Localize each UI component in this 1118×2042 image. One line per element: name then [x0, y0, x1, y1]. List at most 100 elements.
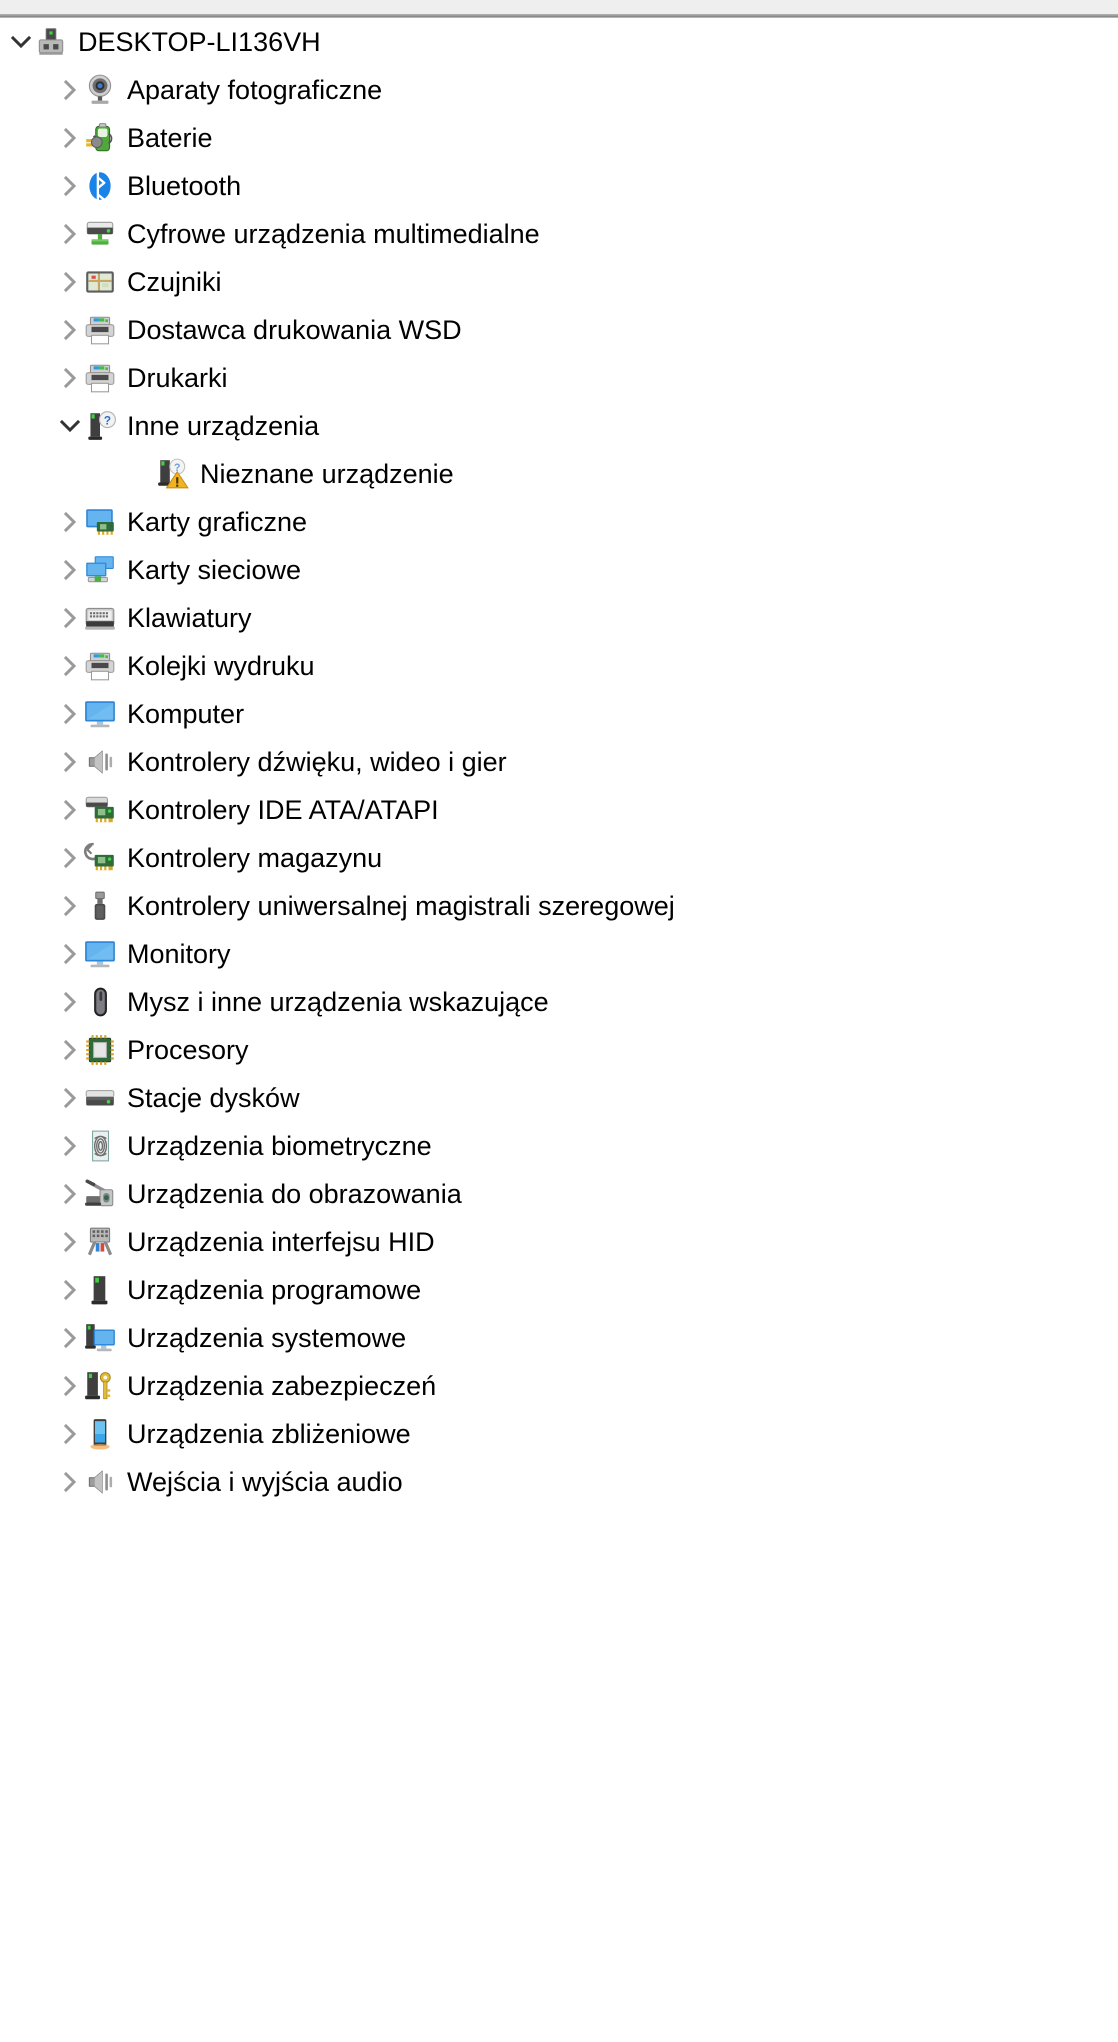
tree-item-bluetooth[interactable]: Bluetooth — [0, 162, 1118, 210]
chevron-right-icon[interactable] — [57, 1229, 83, 1255]
tree-item-urzadzenia-zabezpieczen[interactable]: Urządzenia zabezpieczeń — [0, 1362, 1118, 1410]
chevron-right-icon[interactable] — [57, 365, 83, 391]
display-adapter-icon — [83, 505, 117, 539]
tree-item-kontrolery-uniwersalnej-magistrali-szeregowej[interactable]: Kontrolery uniwersalnej magistrali szere… — [0, 882, 1118, 930]
printer-icon — [83, 361, 117, 395]
tree-item-klawiatury[interactable]: Klawiatury — [0, 594, 1118, 642]
tree-item-mysz-i-inne-urzadzenia-wskazujace[interactable]: Mysz i inne urządzenia wskazujące — [0, 978, 1118, 1026]
svg-text:?: ? — [104, 414, 111, 427]
network-adapter-icon — [83, 553, 117, 587]
chevron-down-icon[interactable] — [8, 29, 34, 55]
tree-item-label: Komputer — [127, 699, 245, 729]
mouse-icon — [83, 985, 117, 1019]
chevron-right-icon[interactable] — [57, 1037, 83, 1063]
tree-item-urzadzenia-do-obrazowania[interactable]: Urządzenia do obrazowania — [0, 1170, 1118, 1218]
chevron-right-icon[interactable] — [57, 701, 83, 727]
chevron-right-icon[interactable] — [57, 173, 83, 199]
software-device-icon — [83, 1273, 117, 1307]
chevron-right-icon[interactable] — [57, 1085, 83, 1111]
monitor-icon — [83, 697, 117, 731]
unknown-device-warning-icon: ? — [156, 457, 190, 491]
tree-item-label: Drukarki — [127, 363, 228, 393]
tree-item-label: Urządzenia biometryczne — [127, 1131, 432, 1161]
tree-item-label: Nieznane urządzenie — [200, 459, 454, 489]
media-device-icon — [83, 217, 117, 251]
tree-item-urzadzenia-interfejsu-hid[interactable]: Urządzenia interfejsu HID — [0, 1218, 1118, 1266]
tree-item-kontrolery-ide-ata-atapi[interactable]: Kontrolery IDE ATA/ATAPI — [0, 786, 1118, 834]
tree-item-urzadzenia-systemowe[interactable]: Urządzenia systemowe — [0, 1314, 1118, 1362]
tree-item-kontrolery-dzwieku-wideo-i-gier[interactable]: Kontrolery dźwięku, wideo i gier — [0, 738, 1118, 786]
chevron-right-icon[interactable] — [57, 509, 83, 535]
tree-item-label: Inne urządzenia — [127, 411, 320, 441]
chevron-right-icon[interactable] — [57, 845, 83, 871]
chevron-right-icon[interactable] — [57, 1277, 83, 1303]
tree-item-label: Kontrolery magazynu — [127, 843, 383, 873]
tree-item-kontrolery-magazynu[interactable]: Kontrolery magazynu — [0, 834, 1118, 882]
tree-item-monitory[interactable]: Monitory — [0, 930, 1118, 978]
tree-item-baterie[interactable]: Baterie — [0, 114, 1118, 162]
chevron-right-icon[interactable] — [57, 749, 83, 775]
chevron-right-icon[interactable] — [57, 605, 83, 631]
tree-item-urzadzenia-biometryczne[interactable]: Urządzenia biometryczne — [0, 1122, 1118, 1170]
tree-root-label: DESKTOP-LI136VH — [78, 27, 321, 57]
tree-item-label: Stacje dysków — [127, 1083, 300, 1113]
proximity-device-icon — [83, 1417, 117, 1451]
chevron-right-icon[interactable] — [57, 77, 83, 103]
chevron-right-icon[interactable] — [57, 1469, 83, 1495]
tree-item-label: Baterie — [127, 123, 213, 153]
tree-item-urzadzenia-zblizeniowe[interactable]: Urządzenia zbliżeniowe — [0, 1410, 1118, 1458]
tree-item-kolejki-wydruku[interactable]: Kolejki wydruku — [0, 642, 1118, 690]
tree-item-procesory[interactable]: Procesory — [0, 1026, 1118, 1074]
chevron-right-icon[interactable] — [57, 269, 83, 295]
tree-item-dostawca-drukowania-wsd[interactable]: Dostawca drukowania WSD — [0, 306, 1118, 354]
processor-icon — [83, 1033, 117, 1067]
chevron-right-icon[interactable] — [57, 941, 83, 967]
chevron-right-icon[interactable] — [57, 797, 83, 823]
tree-item-drukarki[interactable]: Drukarki — [0, 354, 1118, 402]
chevron-right-icon[interactable] — [57, 1325, 83, 1351]
chevron-right-icon[interactable] — [57, 1421, 83, 1447]
battery-icon — [83, 121, 117, 155]
chevron-right-icon[interactable] — [57, 893, 83, 919]
sensor-icon — [83, 265, 117, 299]
chevron-right-icon[interactable] — [57, 653, 83, 679]
usb-icon — [83, 889, 117, 923]
tree-item-czujniki[interactable]: Czujniki — [0, 258, 1118, 306]
tree-item-cyfrowe-urzadzenia-multimedialne[interactable]: Cyfrowe urządzenia multimedialne — [0, 210, 1118, 258]
tree-item-label: Urządzenia interfejsu HID — [127, 1227, 435, 1257]
tree-item-label: Procesory — [127, 1035, 249, 1065]
chevron-right-icon[interactable] — [57, 221, 83, 247]
tree-item-label: Urządzenia zabezpieczeń — [127, 1371, 437, 1401]
disk-drive-icon — [83, 1081, 117, 1115]
device-tree[interactable]: DESKTOP-LI136VH Aparaty fotograficzne Ba… — [0, 18, 1118, 1506]
tree-root-node[interactable]: DESKTOP-LI136VH — [0, 18, 1118, 66]
tree-item-inne-urzadzenia[interactable]: ? Inne urządzenia — [0, 402, 1118, 450]
chevron-right-icon[interactable] — [57, 317, 83, 343]
tree-item-aparaty-fotograficzne[interactable]: Aparaty fotograficzne — [0, 66, 1118, 114]
tree-item-label: Mysz i inne urządzenia wskazujące — [127, 987, 549, 1017]
chevron-right-icon[interactable] — [57, 557, 83, 583]
chevron-right-icon[interactable] — [57, 1181, 83, 1207]
tree-item-komputer[interactable]: Komputer — [0, 690, 1118, 738]
chevron-right-icon[interactable] — [57, 1133, 83, 1159]
fingerprint-icon — [83, 1129, 117, 1163]
chevron-right-icon[interactable] — [57, 125, 83, 151]
chevron-right-icon[interactable] — [57, 989, 83, 1015]
camera-icon — [83, 73, 117, 107]
chevron-right-icon[interactable] — [57, 1373, 83, 1399]
tree-item-label: Kolejki wydruku — [127, 651, 315, 681]
tree-item-label: Monitory — [127, 939, 231, 969]
speaker-icon — [83, 745, 117, 779]
tree-item-karty-graficzne[interactable]: Karty graficzne — [0, 498, 1118, 546]
chevron-down-icon[interactable] — [57, 413, 83, 439]
tree-item-wejscia-i-wyjscia-audio[interactable]: Wejścia i wyjścia audio — [0, 1458, 1118, 1506]
tree-item-urzadzenia-programowe[interactable]: Urządzenia programowe — [0, 1266, 1118, 1314]
bluetooth-icon — [83, 169, 117, 203]
tree-item-karty-sieciowe[interactable]: Karty sieciowe — [0, 546, 1118, 594]
tree-item-label: Klawiatury — [127, 603, 252, 633]
tree-item-stacje-dyskow[interactable]: Stacje dysków — [0, 1074, 1118, 1122]
tree-item-nieznane-urzadzenie[interactable]: ? Nieznane urządzenie — [0, 450, 1118, 498]
system-device-icon — [83, 1321, 117, 1355]
tree-item-label: Kontrolery dźwięku, wideo i gier — [127, 747, 507, 777]
tree-item-label: Dostawca drukowania WSD — [127, 315, 462, 345]
